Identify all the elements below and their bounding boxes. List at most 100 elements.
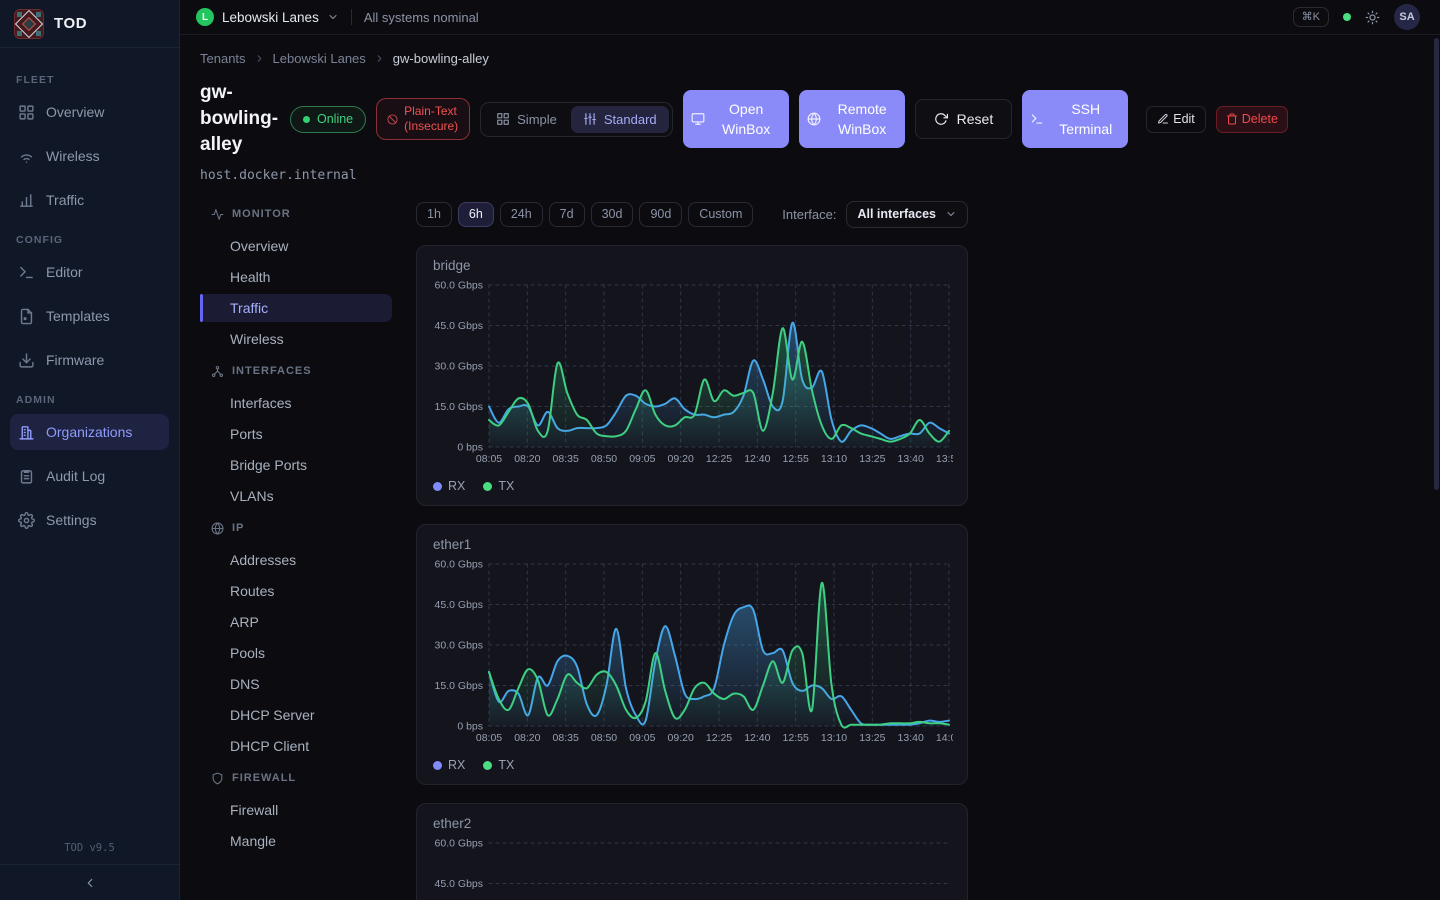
sidebar-item-settings[interactable]: Settings	[10, 502, 169, 538]
bar-chart-icon	[18, 192, 35, 209]
sidebar-item-templates[interactable]: Templates	[10, 298, 169, 334]
sidebar-item-audit-log[interactable]: Audit Log	[10, 458, 169, 494]
subnav-item-addresses[interactable]: Addresses	[200, 546, 392, 574]
theme-toggle-button[interactable]	[1365, 10, 1380, 25]
subnav-item-traffic[interactable]: Traffic	[200, 294, 392, 322]
svg-text:09:20: 09:20	[668, 453, 694, 465]
subnav-item-arp[interactable]: ARP	[200, 608, 392, 636]
svg-text:15.0 Gbps: 15.0 Gbps	[435, 401, 483, 413]
sidebar-item-label: Audit Log	[46, 468, 105, 484]
breadcrumb-tenants[interactable]: Tenants	[200, 51, 246, 66]
subnav-item-dns[interactable]: DNS	[200, 670, 392, 698]
command-palette-shortcut[interactable]: ⌘K	[1293, 7, 1329, 27]
view-mode-toggle: Simple Standard	[480, 102, 673, 137]
layout-grid-icon	[18, 104, 35, 121]
breadcrumb-current: gw-bowling-alley	[393, 51, 489, 66]
chevron-right-icon	[374, 53, 385, 64]
tenant-switcher[interactable]: L Lebowski Lanes	[196, 8, 339, 26]
subnav-section-firewall: FIREWALL	[200, 763, 392, 793]
edit-button[interactable]: Edit	[1146, 106, 1206, 133]
terminal-icon	[1030, 112, 1044, 126]
svg-text:08:35: 08:35	[553, 453, 579, 465]
ssh-terminal-button[interactable]: SSH Terminal	[1022, 90, 1128, 148]
subnav-item-overview[interactable]: Overview	[200, 232, 392, 260]
svg-text:13:25: 13:25	[859, 453, 885, 465]
reset-label: Reset	[957, 111, 994, 127]
svg-text:15.0 Gbps: 15.0 Gbps	[435, 680, 483, 692]
sidebar-item-label: Settings	[46, 512, 97, 528]
online-label: Online	[317, 112, 353, 126]
topbar-divider	[351, 9, 352, 25]
insecure-label: Plain-Text (Insecure)	[404, 104, 459, 134]
grid-icon	[496, 112, 510, 126]
sidebar-item-organizations[interactable]: Organizations	[10, 414, 169, 450]
svg-text:0 bps: 0 bps	[457, 721, 483, 733]
range-custom[interactable]: Custom	[688, 202, 753, 227]
range-30d[interactable]: 30d	[591, 202, 634, 227]
range-90d[interactable]: 90d	[639, 202, 682, 227]
subnav-item-pools[interactable]: Pools	[200, 639, 392, 667]
subnav-item-firewall[interactable]: Firewall	[200, 796, 392, 824]
sidebar-collapse-button[interactable]	[0, 864, 179, 900]
range-7d[interactable]: 7d	[549, 202, 585, 227]
user-avatar[interactable]: SA	[1394, 4, 1420, 30]
rx-legend-label: RX	[448, 758, 465, 772]
sidebar-item-wireless[interactable]: Wireless	[10, 138, 169, 174]
subnav-item-ports[interactable]: Ports	[200, 420, 392, 448]
delete-button[interactable]: Delete	[1216, 106, 1288, 133]
sidebar-item-label: Organizations	[46, 424, 132, 440]
tx-legend-label: TX	[498, 479, 514, 493]
svg-text:13:40: 13:40	[898, 732, 924, 744]
open-winbox-button[interactable]: Open WinBox	[683, 90, 789, 148]
sun-icon	[1365, 10, 1380, 25]
device-host: host.docker.internal	[200, 168, 1420, 183]
chart-legend: RX TX	[433, 479, 951, 493]
subnav-item-routes[interactable]: Routes	[200, 577, 392, 605]
subnav-item-mangle[interactable]: Mangle	[200, 827, 392, 855]
view-mode-label: Simple	[517, 112, 557, 127]
svg-text:12:40: 12:40	[744, 732, 770, 744]
tenant-avatar: L	[196, 8, 214, 26]
sliders-icon	[583, 112, 597, 126]
subnav-section-label: IP	[232, 522, 244, 534]
subnav-item-wireless[interactable]: Wireless	[200, 325, 392, 353]
sidebar-item-editor[interactable]: Editor	[10, 254, 169, 290]
range-1h[interactable]: 1h	[416, 202, 452, 227]
online-status-badge: Online	[290, 106, 366, 133]
subnav-item-vlans[interactable]: VLANs	[200, 482, 392, 510]
breadcrumb-tenant[interactable]: Lebowski Lanes	[273, 51, 366, 66]
svg-text:08:50: 08:50	[591, 453, 617, 465]
trash-icon	[1226, 113, 1238, 125]
subnav-item-dhcp-client[interactable]: DHCP Client	[200, 732, 392, 760]
section-label-admin: ADMIN	[16, 394, 163, 406]
interface-select[interactable]: All interfaces	[846, 201, 968, 228]
range-6h[interactable]: 6h	[458, 202, 494, 227]
tx-legend-dot	[483, 482, 492, 491]
ssh-terminal-label: SSH Terminal	[1051, 99, 1120, 139]
sidebar-item-traffic[interactable]: Traffic	[10, 182, 169, 218]
view-mode-label: Standard	[604, 112, 657, 127]
subnav-item-dhcp-server[interactable]: DHCP Server	[200, 701, 392, 729]
subnav-item-bridge-ports[interactable]: Bridge Ports	[200, 451, 392, 479]
svg-text:60.0 Gbps: 60.0 Gbps	[435, 559, 483, 571]
sidebar-item-firmware[interactable]: Firmware	[10, 342, 169, 378]
chart-card-bridge: bridge 0 bps15.0 Gbps30.0 Gbps45.0 Gbps6…	[416, 245, 968, 506]
sidebar-item-label: Firmware	[46, 352, 104, 368]
remote-winbox-button[interactable]: Remote WinBox	[799, 90, 905, 148]
section-label-fleet: FLEET	[16, 74, 163, 86]
svg-text:12:55: 12:55	[783, 453, 809, 465]
page-scrollbar[interactable]	[1434, 38, 1439, 490]
reset-button[interactable]: Reset	[915, 99, 1013, 139]
subnav-item-interfaces[interactable]: Interfaces	[200, 389, 392, 417]
chart-title: ether2	[433, 816, 951, 831]
subnav-section-interfaces: INTERFACES	[200, 356, 392, 386]
view-mode-simple[interactable]: Simple	[484, 106, 569, 133]
sidebar-item-overview[interactable]: Overview	[10, 94, 169, 130]
range-24h[interactable]: 24h	[500, 202, 543, 227]
circle-slash-icon	[387, 114, 398, 125]
view-mode-standard[interactable]: Standard	[571, 106, 669, 133]
subnav-section-ip: IP	[200, 513, 392, 543]
insecure-badge: Plain-Text (Insecure)	[376, 98, 470, 140]
subnav-item-health[interactable]: Health	[200, 263, 392, 291]
terminal-icon	[18, 264, 35, 281]
